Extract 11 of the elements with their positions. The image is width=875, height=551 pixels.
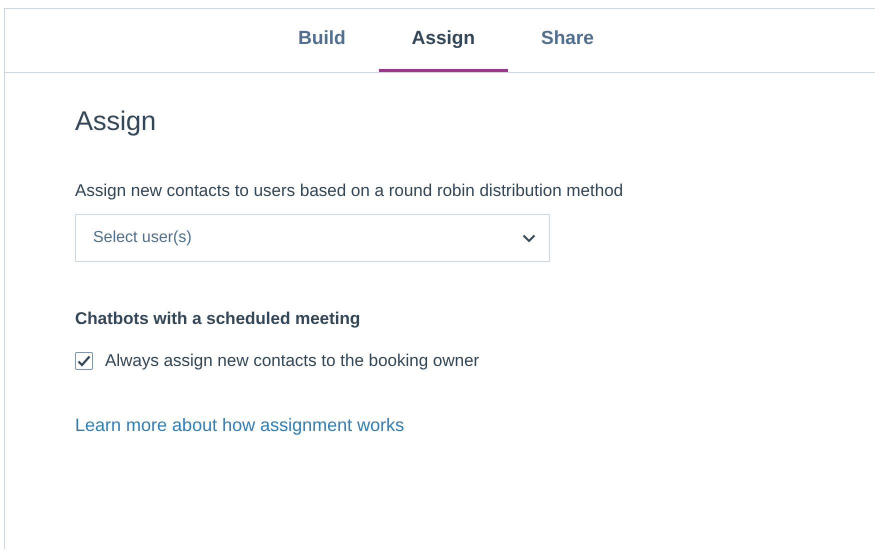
section-title: Chatbots with a scheduled meeting [75,309,362,329]
tab[interactable]: Build [265,9,379,72]
checkbox-label[interactable]: Always assign new contacts to the booking owner [105,351,480,371]
tab[interactable]: Share [508,9,627,72]
user-select-field[interactable]: Select user(s) [75,214,550,262]
learn-more-link[interactable]: Learn more about how assignment works [75,415,404,436]
page-heading: Assign [75,106,158,137]
description-text: Assign new contacts to users based on a round robin distribution method [75,181,624,201]
tab[interactable]: Assign [378,9,508,72]
chevron-down-icon [522,234,536,242]
checkbox[interactable] [75,352,93,370]
